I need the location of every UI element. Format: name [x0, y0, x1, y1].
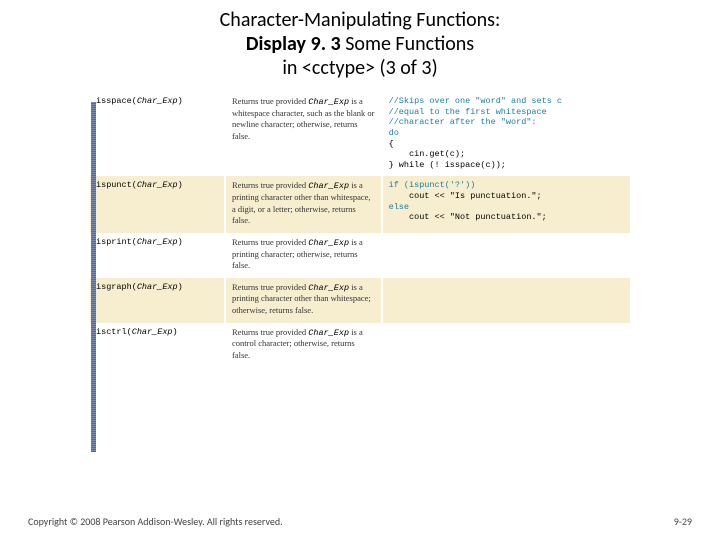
- fn-arg: Char_Exp: [137, 96, 178, 106]
- fn-close: ): [178, 96, 183, 106]
- function-description: Returns true provided Char_Exp is a prin…: [225, 233, 382, 278]
- function-signature: isctrl(Char_Exp): [90, 323, 225, 368]
- function-description: Returns true provided Char_Exp is a prin…: [225, 176, 382, 233]
- function-example: //Skips over one "word" and sets c//equa…: [382, 92, 630, 176]
- code-line: if (ispunct('?')): [389, 180, 624, 191]
- code-comment: //Skips over one "word" and sets c: [389, 96, 624, 107]
- function-signature: isspace(Char_Exp): [90, 92, 225, 176]
- slide-title: Character-Manipulating Functions: Displa…: [0, 0, 720, 86]
- fn-close: ): [178, 180, 183, 190]
- table-row: isgraph(Char_Exp)Returns true provided C…: [90, 278, 630, 323]
- fn-name: isspace(: [96, 96, 137, 106]
- decorative-sidebar: [91, 102, 96, 452]
- table-row: ispunct(Char_Exp)Returns true provided C…: [90, 176, 630, 233]
- function-example: [382, 323, 630, 368]
- fn-name: isprint(: [96, 237, 137, 247]
- desc-pre: Returns true provided: [232, 96, 308, 106]
- title-line-1: Character-Manipulating Functions:: [40, 8, 680, 32]
- functions-table: isspace(Char_Exp)Returns true provided C…: [90, 92, 630, 368]
- fn-close: ): [178, 237, 183, 247]
- function-description: Returns true provided Char_Exp is a whit…: [225, 92, 382, 176]
- desc-arg: Char_Exp: [308, 283, 349, 293]
- fn-arg: Char_Exp: [132, 327, 173, 337]
- fn-arg: Char_Exp: [137, 237, 178, 247]
- fn-arg: Char_Exp: [137, 282, 178, 292]
- function-example: if (ispunct('?')) cout << "Is punctuatio…: [382, 176, 630, 233]
- title-line-2-rest: Some Functions: [341, 32, 474, 56]
- functions-tbody: isspace(Char_Exp)Returns true provided C…: [90, 92, 630, 368]
- function-example: [382, 278, 630, 323]
- desc-pre: Returns true provided: [232, 180, 308, 190]
- example-code: //Skips over one "word" and sets c//equa…: [389, 96, 624, 170]
- code-line: {: [389, 139, 624, 150]
- function-signature: isgraph(Char_Exp): [90, 278, 225, 323]
- title-line-3: in <cctype> (3 of 3): [40, 56, 680, 80]
- fn-name: ispunct(: [96, 180, 137, 190]
- code-line: cout << "Is punctuation.";: [389, 191, 624, 202]
- function-signature: ispunct(Char_Exp): [90, 176, 225, 233]
- function-example: [382, 233, 630, 278]
- desc-arg: Char_Exp: [308, 328, 349, 338]
- function-description: Returns true provided Char_Exp is a prin…: [225, 278, 382, 323]
- example-code: if (ispunct('?')) cout << "Is punctuatio…: [389, 180, 624, 223]
- code-comment: //equal to the first whitespace: [389, 107, 624, 118]
- function-signature: isprint(Char_Exp): [90, 233, 225, 278]
- fn-name: isctrl(: [96, 327, 132, 337]
- code-comment: //character after the "word":: [389, 117, 624, 128]
- desc-pre: Returns true provided: [232, 327, 308, 337]
- desc-arg: Char_Exp: [308, 97, 349, 107]
- slide-footer: Copyright © 2008 Pearson Addison-Wesley.…: [28, 515, 692, 528]
- fn-close: ): [178, 282, 183, 292]
- desc-pre: Returns true provided: [232, 237, 308, 247]
- copyright-text: Copyright © 2008 Pearson Addison-Wesley.…: [28, 515, 283, 528]
- table-row: isspace(Char_Exp)Returns true provided C…: [90, 92, 630, 176]
- code-line: cin.get(c);: [389, 149, 624, 160]
- desc-arg: Char_Exp: [308, 181, 349, 191]
- fn-close: ): [173, 327, 178, 337]
- title-line-2: Display 9. 3 Some Functions: [40, 32, 680, 56]
- desc-pre: Returns true provided: [232, 282, 308, 292]
- code-line: do: [389, 128, 624, 139]
- code-line: cout << "Not punctuation.";: [389, 212, 624, 223]
- table-row: isctrl(Char_Exp)Returns true provided Ch…: [90, 323, 630, 368]
- title-display-label: Display 9. 3: [246, 32, 341, 56]
- page-number: 9-29: [674, 515, 692, 528]
- code-line: else: [389, 202, 624, 213]
- fn-arg: Char_Exp: [137, 180, 178, 190]
- functions-table-wrap: isspace(Char_Exp)Returns true provided C…: [90, 92, 630, 368]
- function-description: Returns true provided Char_Exp is a cont…: [225, 323, 382, 368]
- code-line: } while (! isspace(c));: [389, 160, 624, 171]
- fn-name: isgraph(: [96, 282, 137, 292]
- table-row: isprint(Char_Exp)Returns true provided C…: [90, 233, 630, 278]
- desc-arg: Char_Exp: [308, 238, 349, 248]
